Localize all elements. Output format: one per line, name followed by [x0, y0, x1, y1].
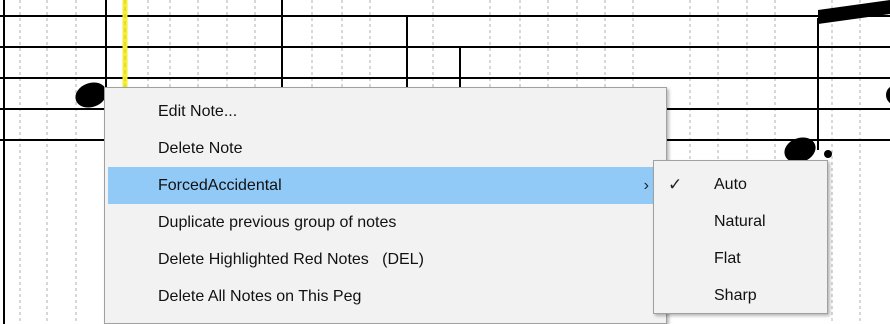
menu-item-label: Delete Highlighted Red Notes (DEL) — [158, 251, 424, 268]
submenu-item-label: Natural — [714, 213, 766, 230]
menu-item-forced-accidental[interactable]: ForcedAccidental › — [108, 167, 663, 204]
checkmark-icon: ✓ — [668, 175, 683, 194]
submenu-item-label: Flat — [714, 250, 741, 267]
submenu-item-natural[interactable]: Natural — [654, 203, 827, 240]
menu-item-delete-highlighted-red-notes[interactable]: Delete Highlighted Red Notes (DEL) — [105, 241, 666, 278]
menu-item-label: ForcedAccidental — [158, 177, 282, 194]
chevron-right-icon: › — [643, 177, 649, 194]
menu-item-label: Edit Note... — [158, 103, 238, 120]
submenu-item-auto[interactable]: ✓ Auto — [654, 166, 827, 203]
menu-item-label: Duplicate previous group of notes — [158, 214, 397, 231]
menu-item-delete-note[interactable]: Delete Note — [105, 130, 666, 167]
beam — [818, 0, 890, 24]
submenu-item-label: Auto — [714, 176, 747, 193]
dot — [824, 150, 832, 158]
menu-item-duplicate-previous-group[interactable]: Duplicate previous group of notes — [105, 204, 666, 241]
notation-window: Edit Note... Delete Note ForcedAccidenta… — [0, 0, 890, 324]
menu-item-delete-all-notes-on-peg[interactable]: Delete All Notes on This Peg — [105, 278, 666, 315]
menu-item-label: Delete Note — [158, 140, 243, 157]
menu-item-edit-note[interactable]: Edit Note... — [105, 93, 666, 130]
submenu-item-sharp[interactable]: Sharp — [654, 277, 827, 314]
note-context-menu: Edit Note... Delete Note ForcedAccidenta… — [104, 87, 667, 324]
submenu-item-label: Sharp — [714, 287, 757, 304]
menu-item-label: Delete All Notes on This Peg — [158, 288, 362, 305]
submenu-item-flat[interactable]: Flat — [654, 240, 827, 277]
forced-accidental-submenu: ✓ Auto Natural Flat Sharp — [653, 160, 828, 314]
note-head[interactable] — [886, 85, 890, 105]
